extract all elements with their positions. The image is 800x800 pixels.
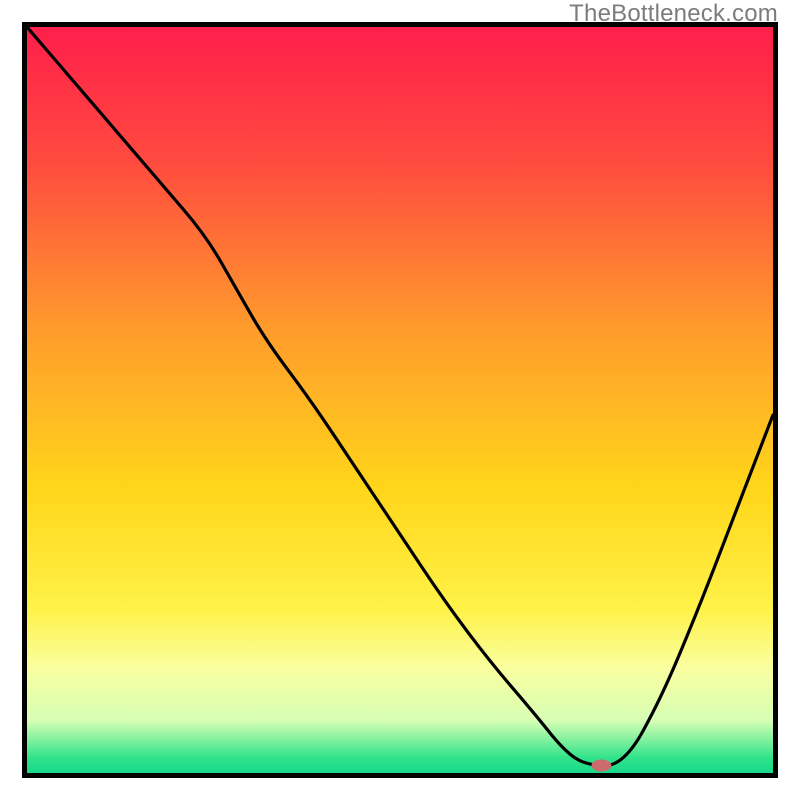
bottleneck-chart	[27, 27, 773, 773]
chart-frame	[22, 22, 778, 778]
optimum-marker	[591, 760, 611, 772]
chart-background	[27, 27, 773, 773]
